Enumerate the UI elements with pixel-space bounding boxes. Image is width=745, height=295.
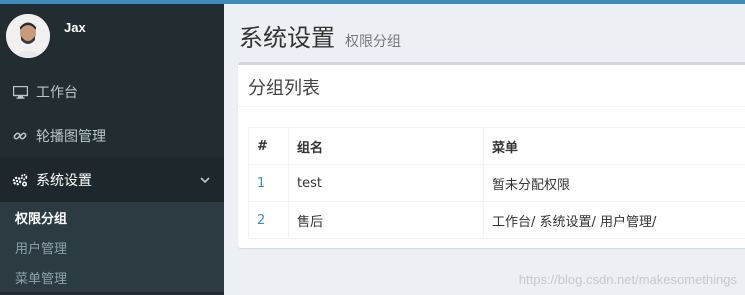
box-title: 分组列表 [248,78,320,99]
box-header: 分组列表 [238,65,745,107]
user-panel: Jax [0,4,224,70]
group-list-box: 分组列表 # 组名 菜单 1 test 暂未分配权限 2 售后 工作台/ 系统设… [238,62,745,248]
row-menu: 暂未分配权限 [483,164,745,202]
username: Jax [64,20,86,35]
page-title: 系统设置 [239,24,335,52]
watermark: https://blog.csdn.net/makesomethings [518,272,737,287]
sidebar-item-label: 系统设置 [36,173,92,189]
sidebar-item-label: 轮播图管理 [36,129,106,145]
column-header-menu: 菜单 [483,127,745,165]
gears-icon [12,172,28,188]
main-content: 系统设置 权限分组 分组列表 # 组名 菜单 1 test 暂未分配权限 2 售… [224,4,745,295]
table-row[interactable]: 2 售后 工作台/ 系统设置/ 用户管理/ [248,201,745,239]
page-subtitle: 权限分组 [345,34,401,50]
row-index: 1 [248,164,289,202]
sidebar: Jax 工作台 轮播图管理 系统设置 权限分组 用户管理 菜单管理 [0,4,224,295]
table-row[interactable]: 1 test 暂未分配权限 [248,164,745,202]
sidebar-item-carousel[interactable]: 轮播图管理 [0,114,224,158]
row-menu: 工作台/ 系统设置/ 用户管理/ [483,201,745,239]
sidebar-item-dashboard[interactable]: 工作台 [0,70,224,114]
avatar[interactable] [6,14,50,58]
row-group-name: 售后 [288,201,484,239]
sidebar-subitem-permission-groups[interactable]: 权限分组 [0,202,224,232]
group-table: # 组名 菜单 1 test 暂未分配权限 2 售后 工作台/ 系统设置/ 用户… [248,127,745,239]
submenu-system-settings: 权限分组 用户管理 菜单管理 [0,202,224,292]
chevron-down-icon [200,172,210,188]
column-header-index: # [248,127,289,165]
sidebar-item-system-settings[interactable]: 系统设置 [0,158,224,202]
monitor-icon [12,84,28,100]
sidebar-item-label: 工作台 [36,85,78,101]
content-header: 系统设置 权限分组 [224,4,745,62]
sidebar-subitem-user-management[interactable]: 用户管理 [0,232,224,262]
row-group-name: test [288,164,484,202]
avatar-image [6,14,50,58]
link-icon [12,128,28,144]
row-index: 2 [248,201,289,239]
table-header-row: # 组名 菜单 [248,127,745,165]
sidebar-subitem-menu-management[interactable]: 菜单管理 [0,262,224,292]
column-header-group-name: 组名 [288,127,484,165]
